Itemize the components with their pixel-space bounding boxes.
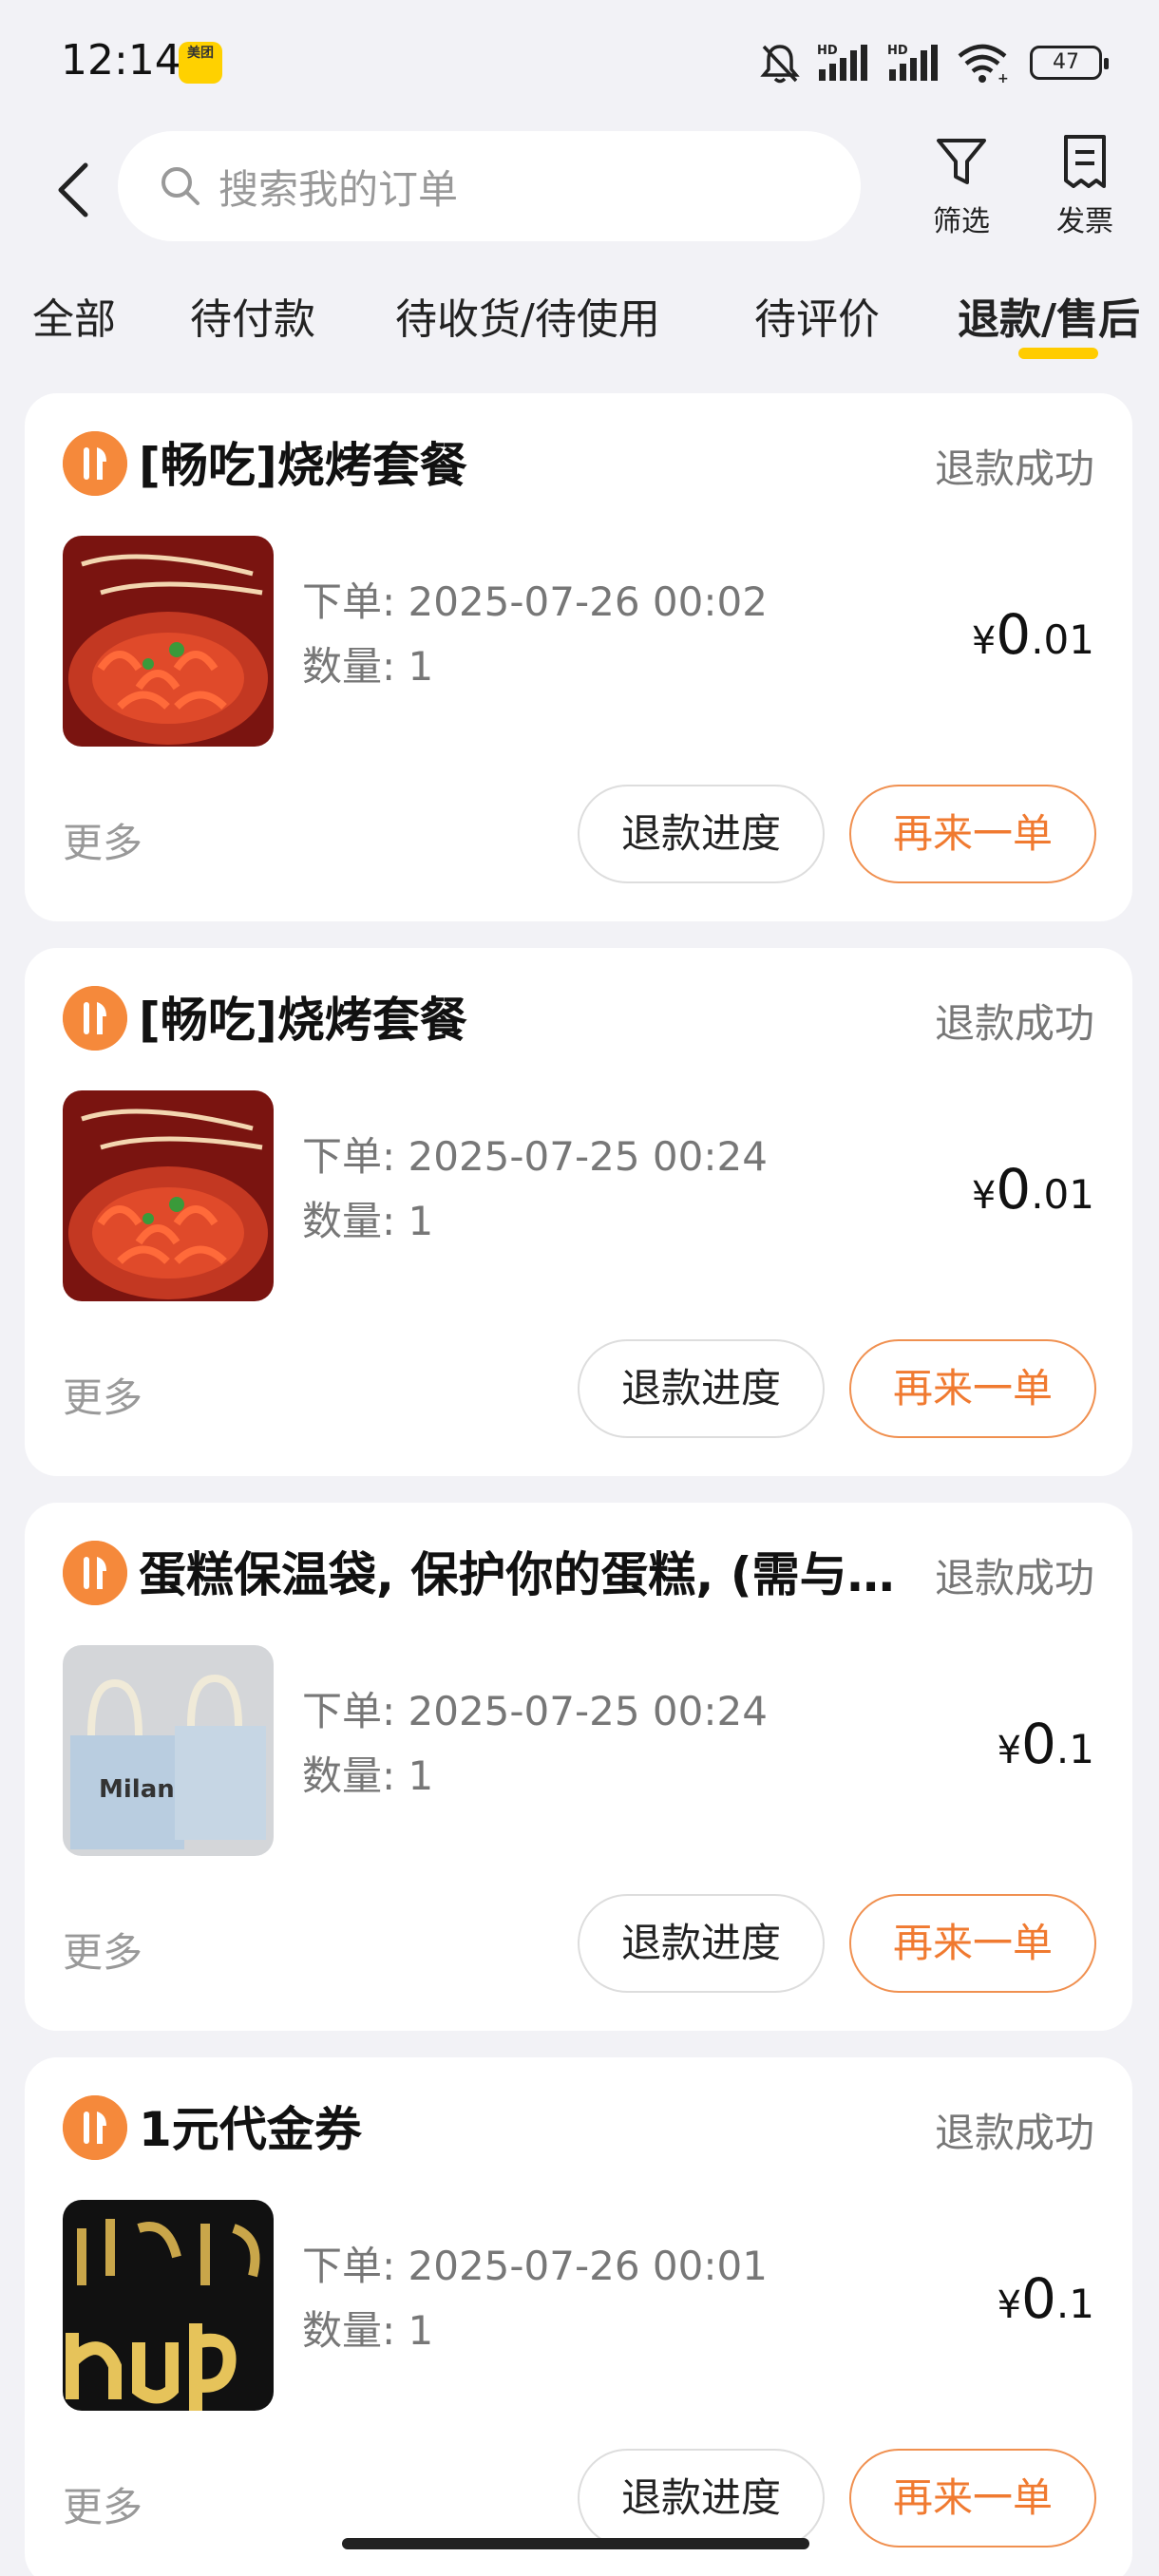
order-status: 退款成功	[934, 445, 1094, 492]
order-title: 1元代金券	[139, 2102, 362, 2157]
order-time: 下单: 2025-07-25 00:24	[302, 1688, 768, 1734]
tab-all[interactable]: 全部	[32, 285, 116, 346]
filter-icon	[937, 139, 986, 184]
svg-text:HD: HD	[817, 44, 838, 58]
order-title: [畅吃]烧烤套餐	[139, 438, 467, 493]
order-quantity: 数量: 1	[302, 1752, 434, 1799]
filter-button[interactable]: 筛选	[914, 133, 1009, 239]
refund-progress-button[interactable]: 退款进度	[578, 785, 825, 883]
invoice-label: 发票	[1056, 205, 1113, 238]
food-category-icon	[63, 431, 127, 496]
price-decimal: .01	[1031, 1171, 1094, 1218]
food-category-icon	[63, 1541, 127, 1605]
price-currency: ¥	[971, 1174, 997, 1218]
svg-text:+: +	[998, 71, 1009, 85]
search-placeholder: 搜索我的订单	[218, 165, 459, 213]
reorder-button[interactable]: 再来一单	[849, 1894, 1096, 1993]
product-thumbnail	[63, 536, 274, 747]
order-price: ¥0.1	[998, 2266, 1094, 2331]
food-category-icon	[63, 2095, 127, 2160]
product-thumbnail	[63, 2200, 274, 2411]
order-quantity: 数量: 1	[302, 2307, 434, 2354]
wifi-icon: +	[958, 44, 1009, 85]
price-decimal: .1	[1055, 2281, 1094, 2327]
tab-refund-aftersale[interactable]: 退款/售后	[958, 285, 1140, 346]
more-link[interactable]: 更多	[63, 811, 142, 869]
order-title: [畅吃]烧烤套餐	[139, 993, 467, 1048]
product-thumbnail	[63, 1090, 274, 1301]
invoice-icon	[1064, 135, 1106, 188]
order-status: 退款成功	[934, 1000, 1094, 1047]
order-status: 退款成功	[934, 1555, 1094, 1601]
food-category-icon	[63, 986, 127, 1051]
refund-progress-button[interactable]: 退款进度	[578, 1894, 825, 1993]
order-status: 退款成功	[934, 2110, 1094, 2156]
search-input[interactable]: 搜索我的订单	[118, 131, 861, 241]
meituan-app-icon: 美团	[179, 42, 222, 84]
home-indicator[interactable]	[342, 2538, 809, 2549]
order-title: 蛋糕保温袋, 保护你的蛋糕, (需与…	[139, 1547, 895, 1602]
back-arrow-icon[interactable]	[53, 160, 95, 220]
price-integer: 0	[996, 602, 1032, 667]
price-decimal: .1	[1055, 1726, 1094, 1772]
signal-hd-icon: HD	[887, 44, 938, 81]
reorder-button[interactable]: 再来一单	[849, 1339, 1096, 1438]
filter-label: 筛选	[933, 205, 990, 238]
thumb-brand-text: Milan	[99, 1775, 175, 1804]
order-price: ¥0.1	[998, 1712, 1094, 1776]
tab-pending-receipt[interactable]: 待收货/待使用	[395, 285, 660, 346]
price-decimal: .01	[1031, 616, 1094, 663]
more-link[interactable]: 更多	[63, 1921, 142, 1979]
status-time: 12:14	[61, 36, 181, 85]
order-time: 下单: 2025-07-26 00:01	[302, 2243, 768, 2289]
order-tabs: 全部 待付款 待收货/待使用 待评价 退款/售后	[0, 285, 1159, 361]
header: 搜索我的订单 筛选 发票	[0, 123, 1159, 247]
order-quantity: 数量: 1	[302, 643, 434, 690]
more-link[interactable]: 更多	[63, 1366, 142, 1424]
order-card[interactable]: [畅吃]烧烤套餐 退款成功 下单: 2025-07-25 00:24 数量: 1…	[25, 948, 1132, 1476]
active-tab-indicator	[1018, 348, 1098, 359]
signal-hd-icon: HD	[817, 44, 867, 81]
tab-pending-review[interactable]: 待评价	[754, 285, 880, 346]
mute-icon	[760, 45, 800, 84]
reorder-button[interactable]: 再来一单	[849, 2449, 1096, 2548]
refund-progress-button[interactable]: 退款进度	[578, 2449, 825, 2548]
invoice-button[interactable]: 发票	[1037, 133, 1132, 239]
order-price: ¥0.01	[972, 1157, 1094, 1222]
tab-pending-payment[interactable]: 待付款	[190, 285, 315, 346]
order-card[interactable]: 1元代金券 退款成功 下单: 2025-07-26 00:01 数量: 1 ¥0…	[25, 2057, 1132, 2576]
order-price: ¥0.01	[972, 602, 1094, 667]
search-icon	[162, 167, 200, 205]
price-currency: ¥	[997, 2283, 1022, 2327]
order-card[interactable]: 蛋糕保温袋, 保护你的蛋糕, (需与… 退款成功 Milan 下单: 2025-…	[25, 1503, 1132, 2031]
reorder-button[interactable]: 再来一单	[849, 785, 1096, 883]
price-currency: ¥	[997, 1729, 1022, 1772]
price-integer: 0	[1021, 2266, 1056, 2331]
order-time: 下单: 2025-07-25 00:24	[302, 1133, 768, 1180]
product-thumbnail: Milan	[63, 1645, 274, 1856]
order-time: 下单: 2025-07-26 00:02	[302, 578, 768, 625]
refund-progress-button[interactable]: 退款进度	[578, 1339, 825, 1438]
order-quantity: 数量: 1	[302, 1198, 434, 1244]
order-card[interactable]: [畅吃]烧烤套餐 退款成功 下单: 2025-07-26 00:02 数量: 1…	[25, 393, 1132, 921]
more-link[interactable]: 更多	[63, 2475, 142, 2533]
price-integer: 0	[996, 1157, 1032, 1222]
svg-text:HD: HD	[887, 44, 908, 58]
status-icons: HD HD + 47	[758, 36, 1109, 89]
battery-icon: 47	[1030, 46, 1109, 80]
price-integer: 0	[1021, 1712, 1056, 1776]
price-currency: ¥	[971, 619, 997, 663]
status-bar: 12:14 美团 HD HD + 47	[0, 0, 1159, 123]
